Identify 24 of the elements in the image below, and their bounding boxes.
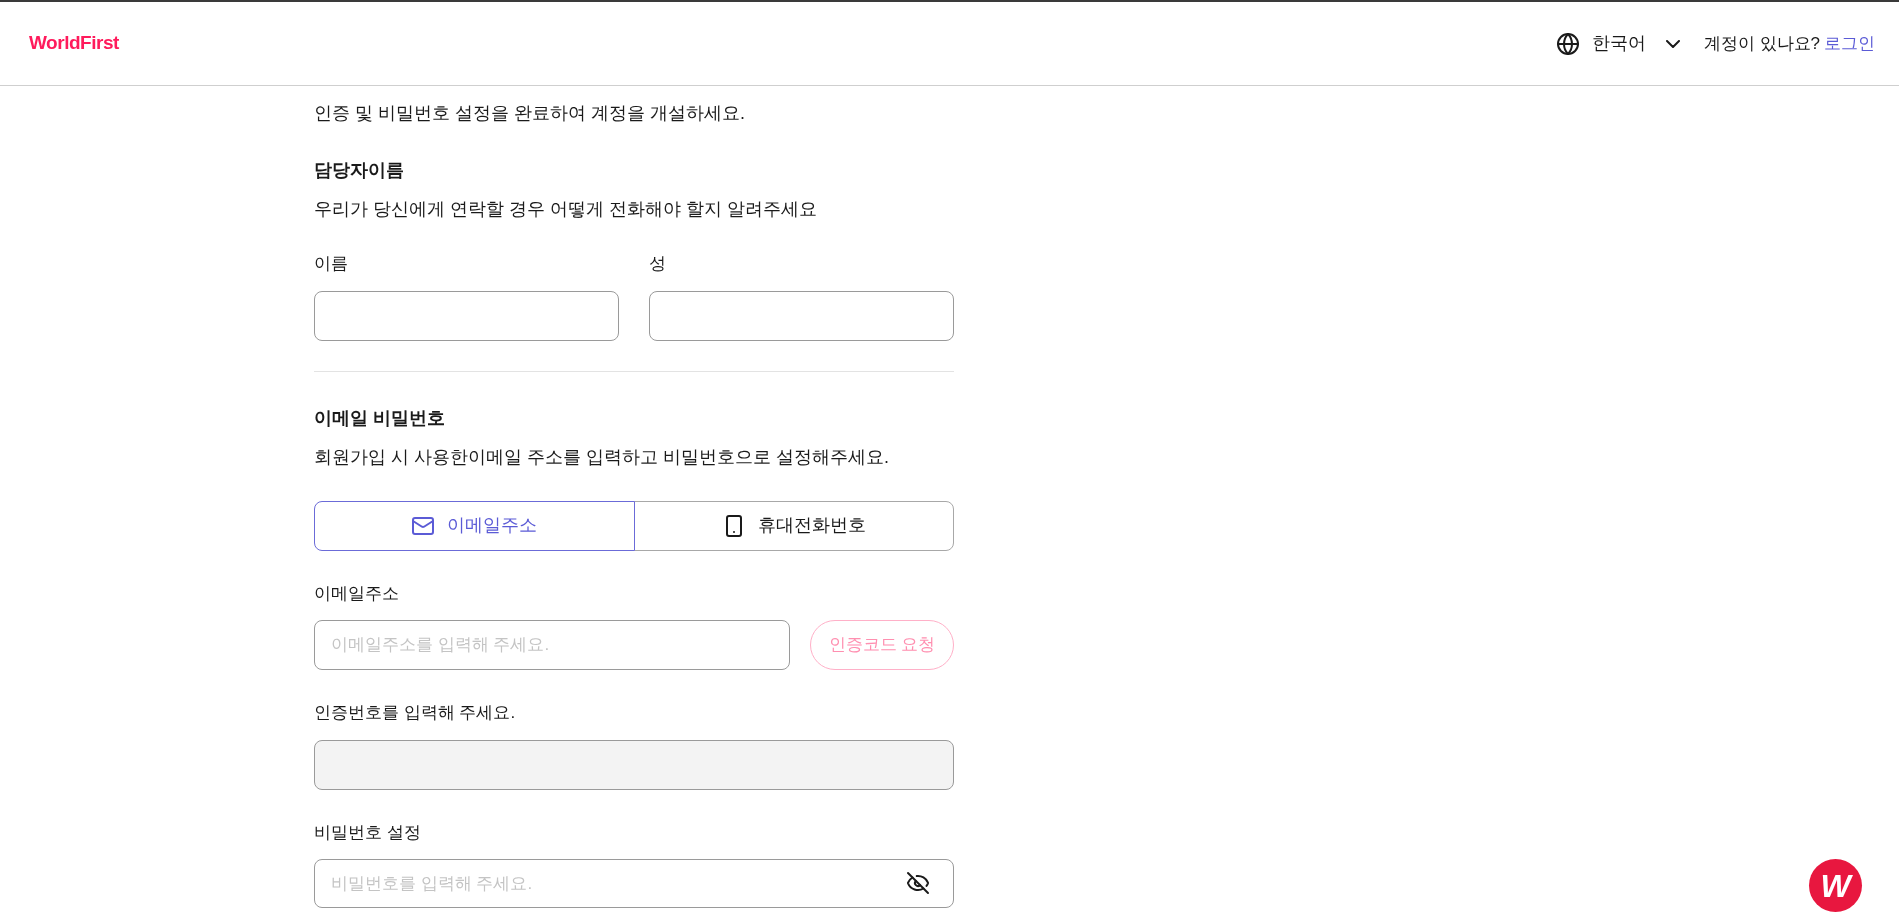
text-field[interactable] (649, 290, 954, 341)
text-field[interactable] (314, 290, 619, 341)
section-description: 회원가입 시 사용한이메일 주소를 입력하고 비밀번호으로 설정해주세요. (314, 445, 890, 469)
field-label: 성 (649, 253, 667, 275)
chevron-down-icon (1665, 39, 1680, 48)
account-prompt: 계정이 있나요? (1703, 32, 1820, 55)
chat-button[interactable]: W (1809, 859, 1862, 912)
intro-text: 인증 및 비밀번호 설정을 완료하여 계정을 개설하세요. (314, 102, 746, 125)
field-label: 인증번호를 입력해 주세요. (314, 702, 517, 724)
email-field[interactable]: 이메일주소를 입력해 주세요. (314, 620, 790, 670)
field-label: 비밀번호 설정 (314, 821, 422, 844)
worldfirst-logo[interactable]: WorldFirst (29, 29, 119, 58)
section-description: 우리가 당신에게 연락할 경우 어떻게 전화해야 할지 알려주세요 (314, 198, 818, 221)
section-heading: 이메일 비밀번호 (314, 406, 446, 430)
field-label: 이름 (314, 253, 349, 275)
password-field[interactable]: 비밀번호를 입력해 주세요. (314, 859, 954, 908)
globe-icon (1555, 31, 1580, 56)
section-heading: 담당자이름 (314, 159, 405, 182)
eye-off-icon[interactable] (906, 871, 930, 895)
method-tab[interactable]: 휴대전화번호 (633, 500, 954, 551)
method-tab[interactable]: 이메일주소 (314, 500, 635, 551)
field-label: 이메일주소 (314, 582, 400, 605)
login-link[interactable]: 로그인 (1824, 30, 1875, 57)
language-selector[interactable]: 한국어 (1591, 30, 1680, 57)
